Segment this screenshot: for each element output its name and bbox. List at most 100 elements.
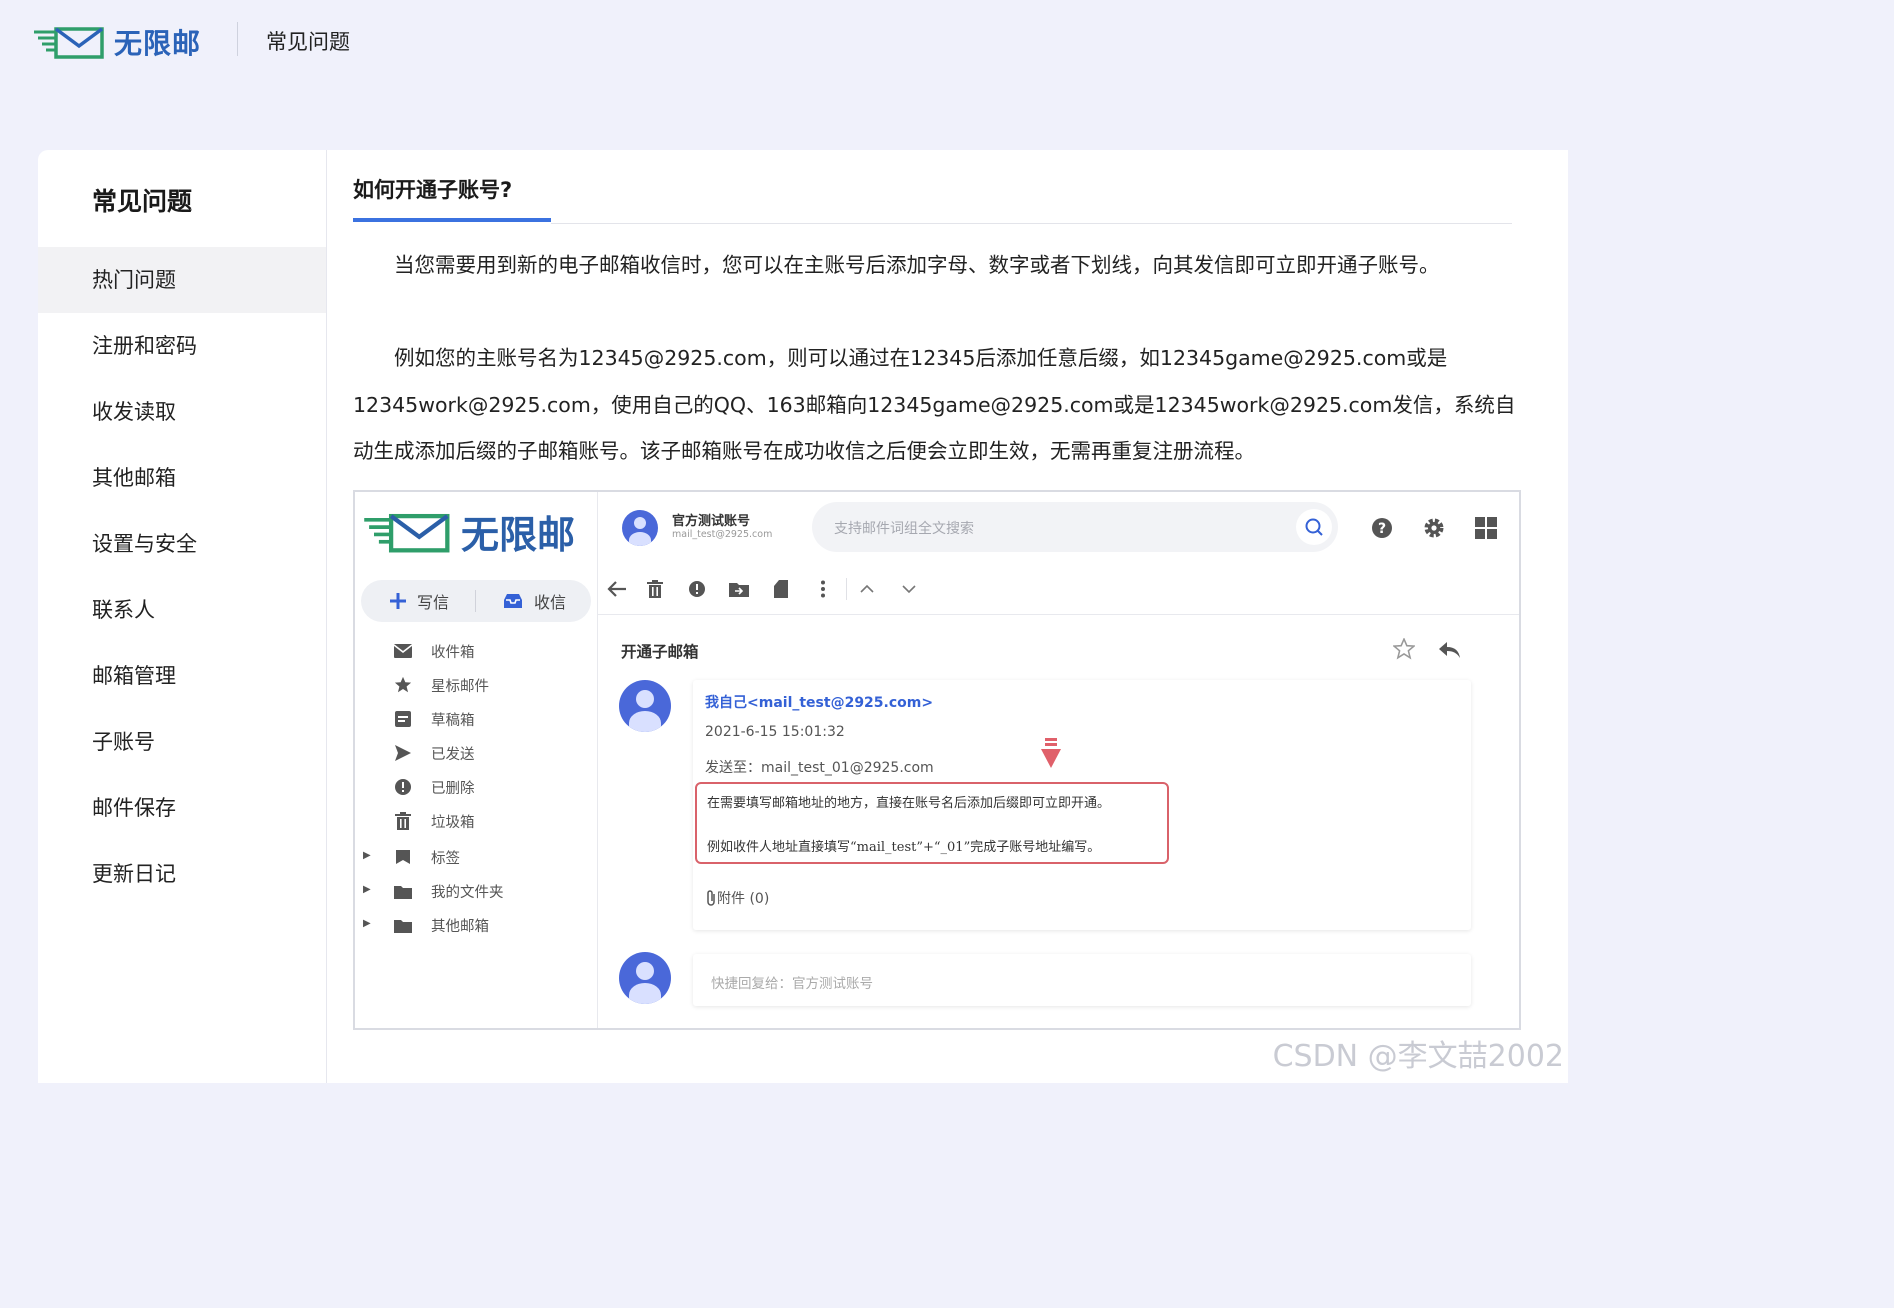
sender-avatar: [619, 680, 671, 732]
mail-subject: 开通子邮箱: [621, 643, 699, 661]
title-underline: [353, 218, 551, 222]
shot-sidebar: 无限邮 写信 收信 收件箱 星标邮件 草稿箱 已发送 已删除 垃圾箱 ▶ 标签 …: [355, 492, 598, 1028]
folder-deleted[interactable]: 已删除: [355, 770, 597, 804]
folder-starred[interactable]: 星标邮件: [355, 668, 597, 702]
svg-text:?: ?: [1378, 521, 1386, 537]
mail-logo-icon: [364, 513, 450, 552]
folder-sent[interactable]: 已发送: [355, 736, 597, 770]
sender-address[interactable]: 我自己<mail_test@2925.com>: [705, 692, 933, 712]
nav-item-sub-account[interactable]: 子账号: [38, 709, 326, 775]
deleted-icon: [393, 777, 413, 797]
quick-reply-input[interactable]: 快捷回复给：官方测试账号: [693, 954, 1471, 1006]
mail-card: 我自己<mail_test@2925.com> 2021-6-15 15:01:…: [693, 680, 1471, 930]
more-vertical-icon[interactable]: [812, 578, 834, 600]
article-panel: 如何开通子账号? 当您需要用到新的电子邮箱收信时，您可以在主账号后添加字母、数字…: [327, 150, 1568, 1083]
faq-sidebar: 常见问题 热门问题 注册和密码 收发读取 其他邮箱 设置与安全 联系人 邮箱管理…: [38, 150, 327, 1083]
top-header: 无限邮 常见问题: [0, 0, 1568, 82]
receive-button[interactable]: 收信: [502, 589, 566, 613]
shot-brand-logo: 无限邮: [361, 504, 575, 559]
shot-brand-name: 无限邮: [461, 513, 576, 557]
folder-label: 星标邮件: [431, 678, 489, 695]
nav-item-mail-storage[interactable]: 邮件保存: [38, 775, 326, 841]
compose-bar: 写信 收信: [361, 580, 591, 622]
folder-label: 收件箱: [431, 644, 475, 661]
star-icon: [393, 675, 413, 695]
folder-trash[interactable]: 垃圾箱: [355, 804, 597, 838]
nav-item-settings-security[interactable]: 设置与安全: [38, 511, 326, 577]
folder-label: 我的文件夹: [431, 884, 504, 901]
nav-item-other-mailbox[interactable]: 其他邮箱: [38, 445, 326, 511]
nav-item-hot[interactable]: 热门问题: [38, 247, 326, 313]
gear-icon[interactable]: [1422, 516, 1446, 540]
reply-avatar: [619, 952, 671, 1004]
folder-inbox[interactable]: 收件箱: [355, 634, 597, 668]
brand-logo[interactable]: 无限邮: [34, 22, 201, 62]
receive-label: 收信: [534, 593, 567, 612]
title-rule: [551, 223, 1512, 224]
chevron-down-icon[interactable]: [898, 578, 920, 600]
account-email: mail_test@2925.com: [672, 529, 773, 540]
article-paragraph-2: 例如您的主账号名为12345@2925.com，则可以通过在12345后添加任意…: [353, 346, 1516, 463]
expand-caret-icon[interactable]: ▶: [363, 850, 371, 861]
highlight-line-2: 例如收件人地址直接填写“mail_test”+“_01”完成子账号地址编写。: [707, 840, 1101, 855]
page-title: 常见问题: [266, 30, 350, 54]
red-down-arrow-icon: [1041, 738, 1061, 768]
compose-button[interactable]: 写信: [389, 589, 449, 613]
folder-tags[interactable]: ▶ 标签: [355, 840, 597, 874]
mail-search-input[interactable]: 支持邮件词组全文搜索: [812, 502, 1338, 552]
nav-item-mailbox-management[interactable]: 邮箱管理: [38, 643, 326, 709]
nav-item-changelog[interactable]: 更新日记: [38, 841, 326, 907]
header-divider: [237, 22, 238, 56]
reply-placeholder: 快捷回复给：官方测试账号: [711, 976, 873, 992]
report-spam-icon[interactable]: [686, 578, 708, 600]
delete-icon[interactable]: [644, 578, 666, 600]
star-outline-icon[interactable]: [1392, 637, 1416, 664]
nav-item-contacts[interactable]: 联系人: [38, 577, 326, 643]
expand-caret-icon[interactable]: ▶: [363, 918, 371, 929]
highlight-box: 在需要填写邮箱地址的地方，直接在账号名后添加后缀即可立即开通。 例如收件人地址直…: [695, 782, 1169, 864]
sent-time: 2021-6-15 15:01:32: [705, 724, 845, 740]
nav-item-register[interactable]: 注册和密码: [38, 313, 326, 379]
mail-logo-icon: [34, 27, 104, 59]
folder-drafts[interactable]: 草稿箱: [355, 702, 597, 736]
search-placeholder: 支持邮件词组全文搜索: [834, 521, 974, 537]
watermark: CSDN @李文喆2002: [1272, 1039, 1564, 1074]
reply-icon[interactable]: [1437, 640, 1461, 664]
back-arrow-icon[interactable]: [606, 578, 628, 600]
nav-item-send-receive[interactable]: 收发读取: [38, 379, 326, 445]
expand-caret-icon[interactable]: ▶: [363, 884, 371, 895]
search-icon: [1305, 518, 1323, 536]
toolbar-separator: [846, 578, 847, 600]
highlight-line-1: 在需要填写邮箱地址的地方，直接在账号名后添加后缀即可立即开通。: [707, 796, 1111, 811]
folder-label: 已删除: [431, 780, 475, 797]
move-folder-icon[interactable]: [728, 578, 750, 600]
draft-icon: [393, 709, 413, 729]
search-button[interactable]: [1296, 509, 1332, 545]
trash-icon: [393, 811, 413, 831]
folder-other-mailboxes[interactable]: ▶ 其他邮箱: [355, 908, 597, 942]
example-screenshot: 无限邮 写信 收信 收件箱 星标邮件 草稿箱 已发送 已删除 垃圾箱 ▶ 标签 …: [353, 490, 1521, 1030]
compose-separator: [475, 590, 477, 612]
folder-label: 草稿箱: [431, 712, 475, 729]
mail-toolbar: [598, 564, 1519, 615]
help-icon[interactable]: ?: [1370, 516, 1394, 540]
folder-list: 收件箱 星标邮件 草稿箱 已发送 已删除 垃圾箱 ▶ 标签 ▶ 我的文件夹 ▶ …: [355, 634, 597, 942]
brand-name: 无限邮: [114, 27, 202, 60]
plus-icon: [390, 593, 406, 609]
attachments-label: 附件 (0): [717, 891, 770, 907]
folder-label: 标签: [431, 850, 460, 867]
sidebar-title: 常见问题: [92, 187, 193, 216]
article-paragraph-1: 当您需要用到新的电子邮箱收信时，您可以在主账号后添加字母、数字或者下划线，向其发…: [394, 253, 1440, 277]
folder-label: 垃圾箱: [431, 814, 475, 831]
article-title: 如何开通子账号?: [353, 178, 513, 202]
folder-icon: [393, 881, 413, 901]
inbox-tray-icon: [504, 594, 523, 608]
faq-nav: 热门问题 注册和密码 收发读取 其他邮箱 设置与安全 联系人 邮箱管理 子账号 …: [38, 247, 326, 907]
chevron-up-icon[interactable]: [856, 578, 878, 600]
account-avatar[interactable]: [622, 510, 658, 546]
apps-grid-icon[interactable]: [1474, 516, 1498, 540]
recipient-line: 发送至：mail_test_01@2925.com: [705, 760, 934, 776]
attachments[interactable]: 附件 (0): [705, 888, 769, 908]
folder-my-folders[interactable]: ▶ 我的文件夹: [355, 874, 597, 908]
bookmark-icon[interactable]: [770, 578, 792, 600]
